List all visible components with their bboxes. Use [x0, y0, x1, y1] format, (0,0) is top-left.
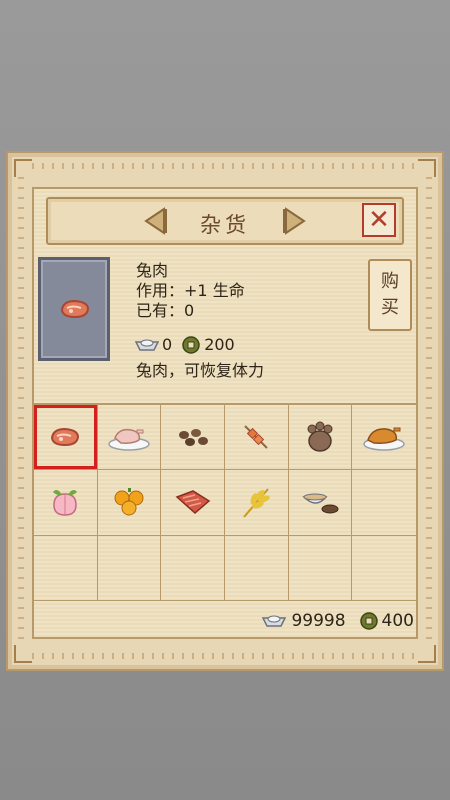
- item-slot[interactable]: [288, 405, 353, 471]
- corner-ornament: [418, 159, 436, 177]
- wallet-silver: 99998: [291, 611, 346, 631]
- item-slot[interactable]: [34, 405, 98, 471]
- border-pattern: [32, 163, 418, 169]
- item-slot[interactable]: [225, 405, 289, 471]
- price-coin: 200: [204, 335, 235, 354]
- nuts-icon: [178, 429, 208, 447]
- silver-ingot-icon: [134, 339, 160, 351]
- effect-value: +1 生命: [184, 281, 245, 300]
- item-slot[interactable]: [352, 405, 416, 471]
- item-price: 0 200: [134, 335, 235, 354]
- rice-bowl-icon: [302, 493, 339, 514]
- item-slot[interactable]: [97, 535, 162, 601]
- rabbit-meat-icon: [51, 428, 80, 447]
- buy-button[interactable]: 购 买: [368, 259, 412, 331]
- item-slot[interactable]: [225, 470, 289, 536]
- corner-ornament: [14, 159, 32, 177]
- corner-ornament: [418, 645, 436, 663]
- item-owned: 已有：0: [136, 301, 245, 321]
- owned-label: 已有：: [136, 301, 185, 320]
- copper-coin-icon: [359, 612, 378, 630]
- copper-coin-icon: [182, 335, 200, 354]
- price-silver: 0: [162, 335, 173, 354]
- item-preview: [38, 257, 110, 361]
- border-pattern: [18, 177, 24, 645]
- next-category-button[interactable]: [282, 207, 308, 235]
- item-slot[interactable]: [161, 535, 225, 601]
- item-slot[interactable]: [34, 535, 98, 601]
- arrow-right-icon: [283, 207, 306, 235]
- item-slot[interactable]: [288, 470, 353, 536]
- item-slot[interactable]: [352, 470, 416, 536]
- wallet-coins: 400: [381, 611, 414, 631]
- item-effect: 作用：+1 生命: [136, 281, 245, 301]
- title-bar: 杂货 ✕: [46, 197, 404, 245]
- bear-paw-icon: [307, 421, 333, 452]
- item-slot[interactable]: [97, 405, 162, 471]
- owned-value: 0: [184, 301, 195, 320]
- item-slot[interactable]: [97, 470, 162, 536]
- item-slot[interactable]: [225, 535, 289, 601]
- wallet: 99998 400: [261, 611, 414, 631]
- wheat-icon: [243, 488, 271, 519]
- silver-ingot-icon: [262, 615, 287, 627]
- peach-icon: [53, 490, 78, 517]
- rabbit-meat-icon: [60, 299, 90, 319]
- buy-label: 买: [381, 297, 399, 318]
- item-slot[interactable]: [161, 470, 225, 536]
- roast-duck-plate-icon: [363, 427, 405, 451]
- border-pattern: [32, 653, 418, 659]
- corner-ornament: [14, 645, 32, 663]
- buy-label: 购: [381, 271, 399, 292]
- item-info: 兔肉 作用：+1 生命 已有：0: [136, 261, 245, 321]
- oranges-icon: [114, 488, 144, 516]
- item-description: 兔肉，可恢复体力: [136, 361, 265, 380]
- close-button[interactable]: ✕: [362, 203, 396, 237]
- cured-meat-icon: [175, 490, 210, 515]
- item-slot[interactable]: [34, 470, 98, 536]
- item-slot[interactable]: [288, 535, 353, 601]
- roast-chicken-plate-icon: [108, 429, 150, 451]
- shop-panel: 杂货 ✕ 兔肉 作用：+1 生命 已有：0 0 200 兔肉，可恢复体力 购 买…: [6, 151, 444, 671]
- close-icon: ✕: [368, 205, 390, 235]
- item-slot[interactable]: [161, 405, 225, 471]
- skewer-icon: [244, 425, 269, 449]
- item-slot[interactable]: [352, 536, 416, 601]
- shop-content: 杂货 ✕ 兔肉 作用：+1 生命 已有：0 0 200 兔肉，可恢复体力 购 买…: [32, 187, 418, 639]
- item-grid: [34, 403, 416, 601]
- item-name: 兔肉: [136, 261, 169, 280]
- effect-label: 作用：: [136, 281, 185, 300]
- category-title: 杂货: [200, 213, 250, 237]
- border-pattern: [426, 177, 432, 645]
